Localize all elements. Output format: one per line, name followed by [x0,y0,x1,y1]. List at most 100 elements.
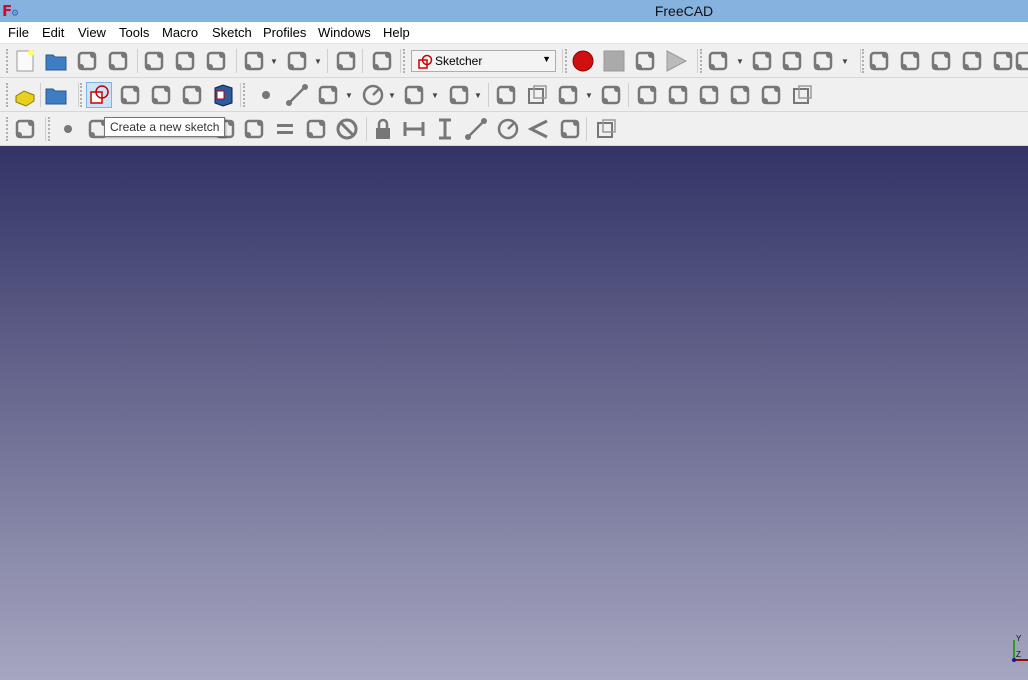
polygon-button[interactable] [555,82,581,108]
line-button[interactable] [284,82,310,108]
arc-button[interactable] [315,82,341,108]
merge-button[interactable] [210,82,236,108]
axis-z-label: Z [1016,650,1021,659]
more-button[interactable] [1012,48,1028,74]
extend-icon [699,85,719,105]
constraint-length-button[interactable] [463,116,489,142]
3d-viewport[interactable] [0,146,1028,680]
constraint-equal-button[interactable] [272,116,298,142]
menu-windows[interactable]: Windows [318,25,371,40]
dropdown-arrow-icon[interactable]: ▼ [388,91,396,100]
slot-button[interactable] [598,82,624,108]
fillet-button[interactable] [634,82,660,108]
cut-button[interactable] [141,48,167,74]
bspline-icon [449,85,469,105]
open-button[interactable] [43,48,69,74]
symmetric-hv-button[interactable] [866,48,892,74]
toolbar-grip[interactable] [565,49,568,73]
whats-this-icon [372,51,392,71]
dropdown-arrow-icon[interactable]: ▼ [345,91,353,100]
close-shape-button[interactable] [749,48,775,74]
toolbar-grip[interactable] [6,49,9,73]
whats-this-button[interactable] [369,48,395,74]
part-icon [15,90,35,107]
extend-button[interactable] [696,82,722,108]
menu-tools[interactable]: Tools [119,25,149,40]
part-button[interactable] [12,82,38,108]
constraint-block-button[interactable] [334,116,360,142]
toolbar-grip[interactable] [48,117,51,141]
menu-view[interactable]: View [78,25,106,40]
toolbar-grip[interactable] [700,49,703,73]
polyline-button[interactable] [493,82,519,108]
toolbar-grip[interactable] [6,117,9,141]
symmetric-hv-icon [869,51,889,71]
group-button[interactable] [43,82,69,108]
parallel-lines-button[interactable] [959,48,985,74]
toolbar-grip[interactable] [6,83,9,107]
constraints-select-button[interactable] [779,48,805,74]
carbon-copy-button[interactable] [758,82,784,108]
toolbar-grip[interactable] [862,49,865,73]
menu-profiles[interactable]: Profiles [263,25,306,40]
dropdown-arrow-icon[interactable]: ▼ [314,57,322,66]
reorient-button[interactable] [148,82,174,108]
point-button[interactable] [253,82,279,108]
redo-button[interactable] [284,48,310,74]
dropdown-arrow-icon[interactable]: ▼ [431,91,439,100]
macro-play-button[interactable] [663,48,689,74]
constraint-lock-button[interactable] [370,116,396,142]
copy-button[interactable] [172,48,198,74]
toolbar-separator [327,49,328,73]
reflection-button[interactable] [928,48,954,74]
macro-edit-button[interactable] [632,48,658,74]
rectangle-button[interactable] [524,82,550,108]
menu-help[interactable]: Help [383,25,410,40]
paste-button[interactable] [203,48,229,74]
mirror-icon [900,51,920,71]
constraint-snell-button[interactable] [557,116,583,142]
refresh-button[interactable] [333,48,359,74]
dropdown-arrow-icon[interactable]: ▼ [736,57,744,66]
sketch-view-button[interactable] [705,48,731,74]
workbench-selector[interactable]: Sketcher ▼ [411,50,556,72]
constraints-select-2-button[interactable] [810,48,836,74]
menu-file[interactable]: File [8,25,29,40]
circle-button[interactable] [360,82,386,108]
toolbar-grip[interactable] [80,83,83,107]
constraint-horizontal-distance-button[interactable] [401,116,427,142]
mirror-button[interactable] [897,48,923,74]
dropdown-arrow-icon[interactable]: ▼ [270,57,278,66]
macro-record-button[interactable] [570,48,596,74]
constraint-radius-button[interactable] [495,116,521,142]
construction-mode-button[interactable] [789,82,815,108]
save-button[interactable] [74,48,100,74]
dropdown-arrow-icon[interactable]: ▼ [474,91,482,100]
conic-button[interactable] [401,82,427,108]
new-document-button[interactable] [12,48,38,74]
constraint-toggle-button[interactable] [12,116,38,142]
constraint-vertical-distance-button[interactable] [432,116,458,142]
save-icon [77,51,97,71]
toolbar-grip[interactable] [403,49,406,73]
save-as-button[interactable] [105,48,131,74]
dropdown-arrow-icon[interactable]: ▼ [585,91,593,100]
bspline-button[interactable] [446,82,472,108]
constraint-symmetric-button[interactable] [303,116,329,142]
new-sketch-button[interactable] [86,82,112,108]
menu-sketch[interactable]: Sketch [212,25,252,40]
trim-button[interactable] [665,82,691,108]
dropdown-arrow-icon[interactable]: ▼ [841,57,849,66]
validate-button[interactable] [179,82,205,108]
constraint-point-button[interactable] [55,116,81,142]
constraint-tangent-button[interactable] [241,116,267,142]
constraint-angle-button[interactable] [526,116,552,142]
menu-macro[interactable]: Macro [162,25,198,40]
toolbar-grip[interactable] [243,83,246,107]
map-sketch-button[interactable] [117,82,143,108]
internal-alignment-button[interactable] [593,116,619,142]
undo-button[interactable] [241,48,267,74]
macro-stop-button[interactable] [601,48,627,74]
menu-edit[interactable]: Edit [42,25,64,40]
external-geometry-button[interactable] [727,82,753,108]
